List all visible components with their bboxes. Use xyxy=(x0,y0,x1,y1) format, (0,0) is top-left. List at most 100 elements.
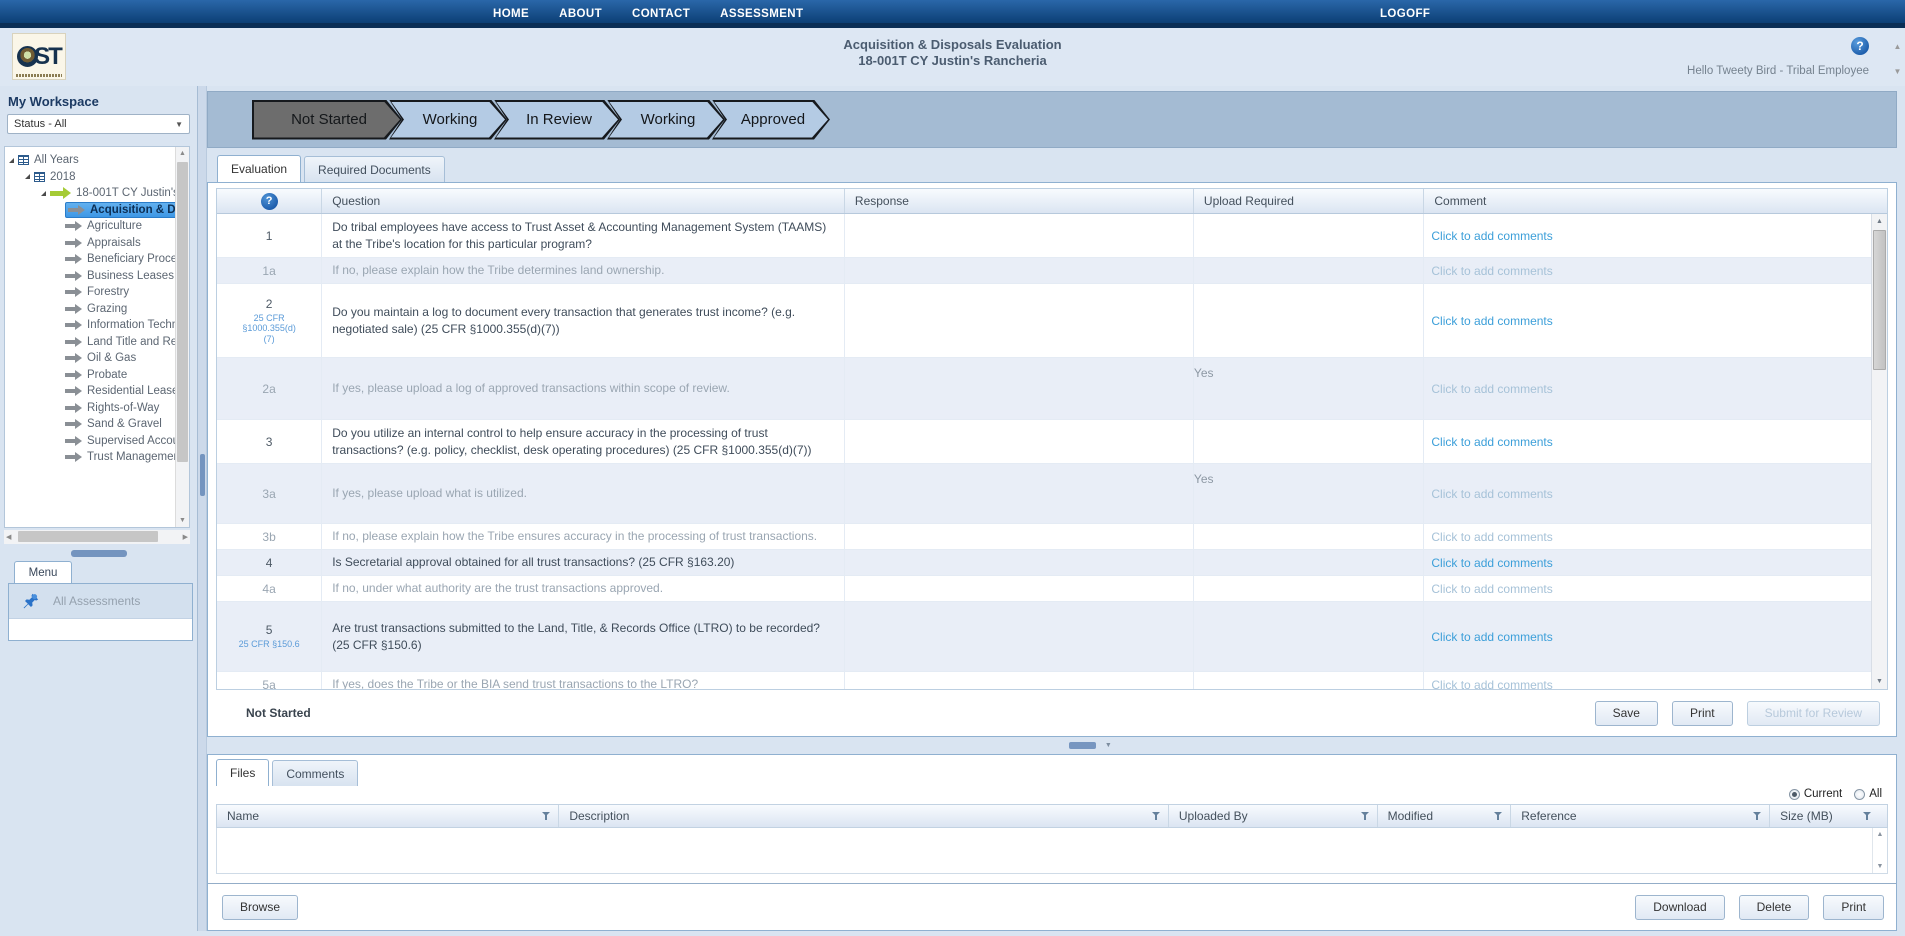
add-comment-link[interactable]: Click to add comments xyxy=(1431,630,1552,644)
add-comment-link[interactable]: Click to add comments xyxy=(1431,530,1552,544)
filter-funnel-icon[interactable] xyxy=(1863,811,1873,821)
page-scrollbar[interactable]: ▲▼ xyxy=(1892,42,1903,76)
scrollbar-thumb[interactable] xyxy=(177,162,188,462)
response-cell[interactable] xyxy=(845,214,1194,257)
add-comment-link[interactable]: Click to add comments xyxy=(1431,582,1552,596)
nav-link-assessment[interactable]: ASSESSMENT xyxy=(720,8,803,20)
response-cell[interactable] xyxy=(845,550,1194,575)
response-cell[interactable] xyxy=(845,672,1194,690)
tree-node-all-years[interactable]: All Years xyxy=(7,152,173,169)
scroll-down-icon[interactable]: ▼ xyxy=(1876,678,1883,685)
tree-node-program[interactable]: Forestry xyxy=(7,284,173,301)
tree-node-program[interactable]: Oil & Gas xyxy=(7,350,173,367)
tree-node-program[interactable]: Acquisition & Disposals xyxy=(7,202,173,219)
add-comment-link[interactable]: Click to add comments xyxy=(1431,678,1552,691)
tab-evaluation[interactable]: Evaluation xyxy=(217,155,301,182)
tree-node-program[interactable]: Business Leases xyxy=(7,268,173,285)
filter-funnel-icon[interactable] xyxy=(1361,811,1371,821)
tree-node-program[interactable]: Beneficiary Process Prog xyxy=(7,251,173,268)
tree-node-program[interactable]: Land Title and Records O xyxy=(7,334,173,351)
tab-files[interactable]: Files xyxy=(216,759,269,786)
filter-funnel-icon[interactable] xyxy=(542,811,552,821)
add-comment-link[interactable]: Click to add comments xyxy=(1431,382,1552,396)
cfr-citation-link[interactable]: 25 CFR §1000.355(d)(7) xyxy=(237,313,301,345)
expand-caret-icon[interactable] xyxy=(9,158,14,163)
tree-node-program[interactable]: Probate xyxy=(7,367,173,384)
radio-icon[interactable] xyxy=(1854,789,1865,800)
response-cell[interactable] xyxy=(845,464,1194,523)
nav-link-contact[interactable]: CONTACT xyxy=(632,8,690,20)
divider-handle[interactable] xyxy=(200,454,205,496)
save-button[interactable]: Save xyxy=(1595,701,1658,726)
expand-caret-icon[interactable] xyxy=(41,191,46,196)
tree-node-assessment[interactable]: 18-001T CY Justin's Ranch xyxy=(7,185,173,202)
scroll-down-icon[interactable]: ▼ xyxy=(179,517,186,524)
tree-node-program[interactable]: Residential Leases xyxy=(7,383,173,400)
help-icon[interactable]: ? xyxy=(1851,37,1869,55)
selected-tree-item[interactable]: Acquisition & Disposals xyxy=(65,202,190,218)
help-icon[interactable]: ? xyxy=(261,193,278,210)
tree-node-program[interactable]: Supervised Accounts xyxy=(7,433,173,450)
scroll-left-icon[interactable]: ◀ xyxy=(6,533,11,541)
logoff-link[interactable]: LOGOFF xyxy=(1380,8,1430,20)
response-cell[interactable] xyxy=(845,524,1194,549)
add-comment-link[interactable]: Click to add comments xyxy=(1431,314,1552,328)
tab-required-documents[interactable]: Required Documents xyxy=(304,156,445,182)
collapse-icon[interactable]: ▼ xyxy=(1105,742,1112,749)
scrollbar-thumb[interactable] xyxy=(1873,230,1886,370)
delete-button[interactable]: Delete xyxy=(1739,895,1810,920)
filter-funnel-icon[interactable] xyxy=(1494,811,1504,821)
expand-caret-icon[interactable] xyxy=(25,174,30,179)
response-cell[interactable] xyxy=(845,358,1194,419)
sidebar-main-divider[interactable] xyxy=(197,86,207,931)
print-files-button[interactable]: Print xyxy=(1823,895,1884,920)
scroll-up-icon[interactable]: ▲ xyxy=(1877,831,1884,838)
tree-node-program[interactable]: Trust Management xyxy=(7,449,173,466)
tree-node-program[interactable]: Appraisals xyxy=(7,235,173,252)
browse-button[interactable]: Browse xyxy=(222,895,298,920)
response-cell[interactable] xyxy=(845,576,1194,601)
radio-option-all[interactable]: All xyxy=(1854,788,1882,800)
table-vertical-scrollbar[interactable]: ▲ ▼ xyxy=(1871,214,1887,689)
add-comment-link[interactable]: Click to add comments xyxy=(1431,264,1552,278)
add-comment-link[interactable]: Click to add comments xyxy=(1431,435,1552,449)
sidebar-splitter[interactable] xyxy=(0,548,197,558)
add-comment-link[interactable]: Click to add comments xyxy=(1431,229,1552,243)
radio-option-current[interactable]: Current xyxy=(1789,788,1842,800)
response-cell[interactable] xyxy=(845,420,1194,463)
radio-icon[interactable] xyxy=(1789,789,1800,800)
files-scrollbar[interactable]: ▲ ▼ xyxy=(1872,828,1887,873)
response-cell[interactable] xyxy=(845,258,1194,283)
filter-funnel-icon[interactable] xyxy=(1152,811,1162,821)
add-comment-link[interactable]: Click to add comments xyxy=(1431,487,1552,501)
response-cell[interactable] xyxy=(845,602,1194,671)
splitter-handle[interactable] xyxy=(1069,742,1096,749)
panel-splitter[interactable]: ▼ xyxy=(207,737,1897,754)
tree-node-year[interactable]: 2018 xyxy=(7,169,173,186)
tree-node-program[interactable]: Information Technology xyxy=(7,317,173,334)
nav-link-home[interactable]: HOME xyxy=(493,8,529,20)
tab-menu[interactable]: Menu xyxy=(14,561,72,584)
scroll-right-icon[interactable]: ▶ xyxy=(183,533,188,541)
upload-required-cell xyxy=(1194,550,1424,575)
tree-node-program[interactable]: Sand & Gravel xyxy=(7,416,173,433)
tree-horizontal-scrollbar[interactable]: ◀ ▶ xyxy=(4,530,190,544)
nav-link-about[interactable]: ABOUT xyxy=(559,8,602,20)
tree-node-program[interactable]: Grazing xyxy=(7,301,173,318)
scroll-up-icon[interactable]: ▲ xyxy=(1876,218,1883,225)
menu-item-all-assessments[interactable]: All Assessments xyxy=(9,584,192,619)
print-button[interactable]: Print xyxy=(1672,701,1733,726)
status-filter-dropdown[interactable]: Status - All ▼ xyxy=(7,114,190,134)
splitter-handle[interactable] xyxy=(71,550,127,557)
tree-vertical-scrollbar[interactable]: ▲ ▼ xyxy=(175,147,189,527)
filter-funnel-icon[interactable] xyxy=(1753,811,1763,821)
scrollbar-thumb[interactable] xyxy=(18,531,158,542)
tree-node-program[interactable]: Agriculture xyxy=(7,218,173,235)
scroll-up-icon[interactable]: ▲ xyxy=(179,150,186,157)
scroll-down-icon[interactable]: ▼ xyxy=(1877,863,1884,870)
tree-node-program[interactable]: Rights-of-Way xyxy=(7,400,173,417)
cfr-citation-link[interactable]: 25 CFR §150.6 xyxy=(237,639,301,650)
add-comment-link[interactable]: Click to add comments xyxy=(1431,556,1552,570)
download-button[interactable]: Download xyxy=(1635,895,1724,920)
response-cell[interactable] xyxy=(845,284,1194,357)
